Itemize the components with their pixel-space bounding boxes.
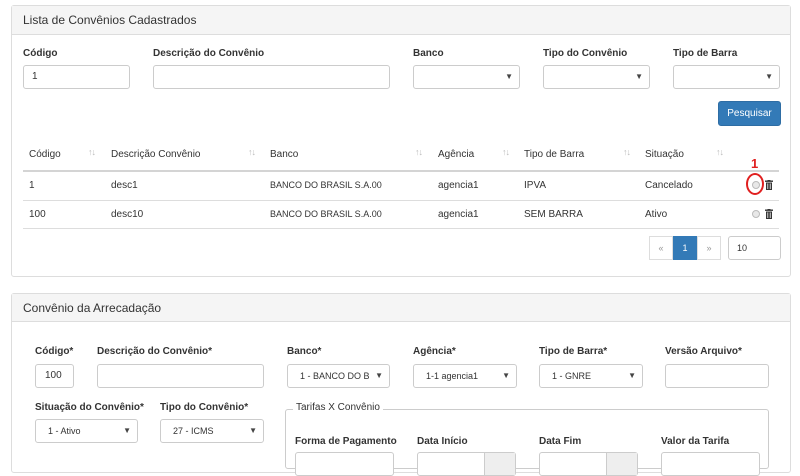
situacao-select[interactable]: 1 - Ativo ▼ xyxy=(35,419,138,443)
banco-label: Banco* xyxy=(287,346,322,357)
chevron-down-icon: ▼ xyxy=(249,426,257,435)
filter-descricao-label: Descrição do Convênio xyxy=(153,48,265,59)
calendar-icon[interactable] xyxy=(606,453,637,475)
chevron-down-icon: ▼ xyxy=(635,72,643,81)
filter-tipo-barra-select[interactable]: ▼ xyxy=(673,65,780,89)
pagination-current[interactable]: 1 xyxy=(673,236,697,260)
column-header-codigo[interactable]: Código xyxy=(29,149,61,160)
filter-banco-select[interactable]: ▼ xyxy=(413,65,520,89)
cell-banco: BANCO DO BRASIL S.A.00 xyxy=(270,180,382,190)
sort-icon[interactable]: ↑↓ xyxy=(88,147,96,157)
filter-tipo-convenio-label: Tipo do Convênio xyxy=(543,48,628,59)
cell-codigo: 1 xyxy=(29,180,35,191)
row-divider xyxy=(23,228,779,229)
forma-pagamento-label: Forma de Pagamento xyxy=(295,436,397,447)
valor-tarifa-input[interactable] xyxy=(661,452,760,476)
tipo-barra-select-value: 1 - GNRE xyxy=(552,371,592,381)
cell-agencia: agencia1 xyxy=(438,180,479,191)
row-divider xyxy=(23,200,779,201)
chevron-down-icon: ▼ xyxy=(628,371,636,380)
descricao-label: Descrição do Convênio* xyxy=(97,346,213,357)
valor-tarifa-label: Valor da Tarifa xyxy=(661,436,730,447)
search-button[interactable]: Pesquisar xyxy=(718,101,781,126)
cell-descricao: desc1 xyxy=(111,180,138,191)
versao-arquivo-input[interactable] xyxy=(665,364,769,388)
codigo-input[interactable]: 100 xyxy=(35,364,74,388)
data-inicio-label: Data Início xyxy=(417,436,468,447)
table-header-divider xyxy=(23,170,779,172)
tipo-barra-select[interactable]: 1 - GNRE ▼ xyxy=(539,364,643,388)
trash-icon[interactable] xyxy=(765,180,773,190)
versao-arquivo-label: Versão Arquivo* xyxy=(665,346,742,357)
data-inicio-input[interactable] xyxy=(417,452,516,476)
sort-icon[interactable]: ↑↓ xyxy=(248,147,256,157)
filter-descricao-input[interactable] xyxy=(153,65,390,89)
cell-situacao: Ativo xyxy=(645,209,668,220)
forma-pagamento-input[interactable] xyxy=(295,452,394,476)
banco-select[interactable]: 1 - BANCO DO B ▼ xyxy=(287,364,390,388)
radio-icon[interactable] xyxy=(752,210,760,218)
column-header-agencia[interactable]: Agência xyxy=(438,149,474,160)
agencia-label: Agência* xyxy=(413,346,456,357)
codigo-label: Código* xyxy=(35,346,74,357)
tarifas-legend: Tarifas X Convênio xyxy=(293,402,383,413)
chevron-down-icon: ▼ xyxy=(502,371,510,380)
pagination-next[interactable]: » xyxy=(697,236,721,260)
agencia-select[interactable]: 1-1 agencia1 ▼ xyxy=(413,364,517,388)
situacao-select-value: 1 - Ativo xyxy=(48,426,81,436)
chevron-down-icon: ▼ xyxy=(375,371,383,380)
descricao-input[interactable] xyxy=(97,364,264,388)
data-fim-label: Data Fim xyxy=(539,436,582,447)
trash-icon[interactable] xyxy=(765,209,773,219)
sort-icon[interactable]: ↑↓ xyxy=(415,147,423,157)
cell-agencia: agencia1 xyxy=(438,209,479,220)
column-header-descricao[interactable]: Descrição Convênio xyxy=(111,149,201,160)
filter-banco-label: Banco xyxy=(413,48,444,59)
cell-situacao: Cancelado xyxy=(645,180,693,191)
chevron-down-icon: ▼ xyxy=(765,72,773,81)
chevron-down-icon: ▼ xyxy=(505,72,513,81)
sort-icon[interactable]: ↑↓ xyxy=(716,147,724,157)
data-fim-input[interactable] xyxy=(539,452,638,476)
panel-title: Lista de Convênios Cadastrados xyxy=(12,6,790,35)
chevron-down-icon: ▼ xyxy=(123,426,131,435)
cell-banco: BANCO DO BRASIL S.A.00 xyxy=(270,209,382,219)
cell-descricao: desc10 xyxy=(111,209,144,220)
panel-title: Convênio da Arrecadação xyxy=(12,294,790,322)
cell-tipo-barra: SEM BARRA xyxy=(524,209,583,220)
cell-codigo: 100 xyxy=(29,209,46,220)
column-header-situacao[interactable]: Situação xyxy=(645,149,684,160)
cell-tipo-barra: IPVA xyxy=(524,180,547,191)
sort-icon[interactable]: ↑↓ xyxy=(502,147,510,157)
column-header-tipo-barra[interactable]: Tipo de Barra xyxy=(524,149,584,160)
tipo-convenio-select-value: 27 - ICMS xyxy=(173,426,214,436)
pagination-prev[interactable]: « xyxy=(649,236,673,260)
annotation-circle xyxy=(746,173,764,195)
column-header-banco[interactable]: Banco xyxy=(270,149,298,160)
agencia-select-value: 1-1 agencia1 xyxy=(426,371,479,381)
sort-icon[interactable]: ↑↓ xyxy=(623,147,631,157)
tipo-barra-label: Tipo de Barra* xyxy=(539,346,608,357)
situacao-label: Situação do Convênio* xyxy=(35,402,144,413)
filter-tipo-convenio-select[interactable]: ▼ xyxy=(543,65,650,89)
filter-tipo-barra-label: Tipo de Barra xyxy=(673,48,738,59)
calendar-icon[interactable] xyxy=(484,453,515,475)
page-size-input[interactable]: 10 xyxy=(728,236,781,260)
annotation-number: 1 xyxy=(751,156,759,171)
filter-codigo-input[interactable]: 1 xyxy=(23,65,130,89)
banco-select-value: 1 - BANCO DO B xyxy=(300,371,370,381)
tipo-convenio-label: Tipo do Convênio* xyxy=(160,402,249,413)
filter-codigo-label: Código xyxy=(23,48,58,59)
tipo-convenio-select[interactable]: 27 - ICMS ▼ xyxy=(160,419,264,443)
